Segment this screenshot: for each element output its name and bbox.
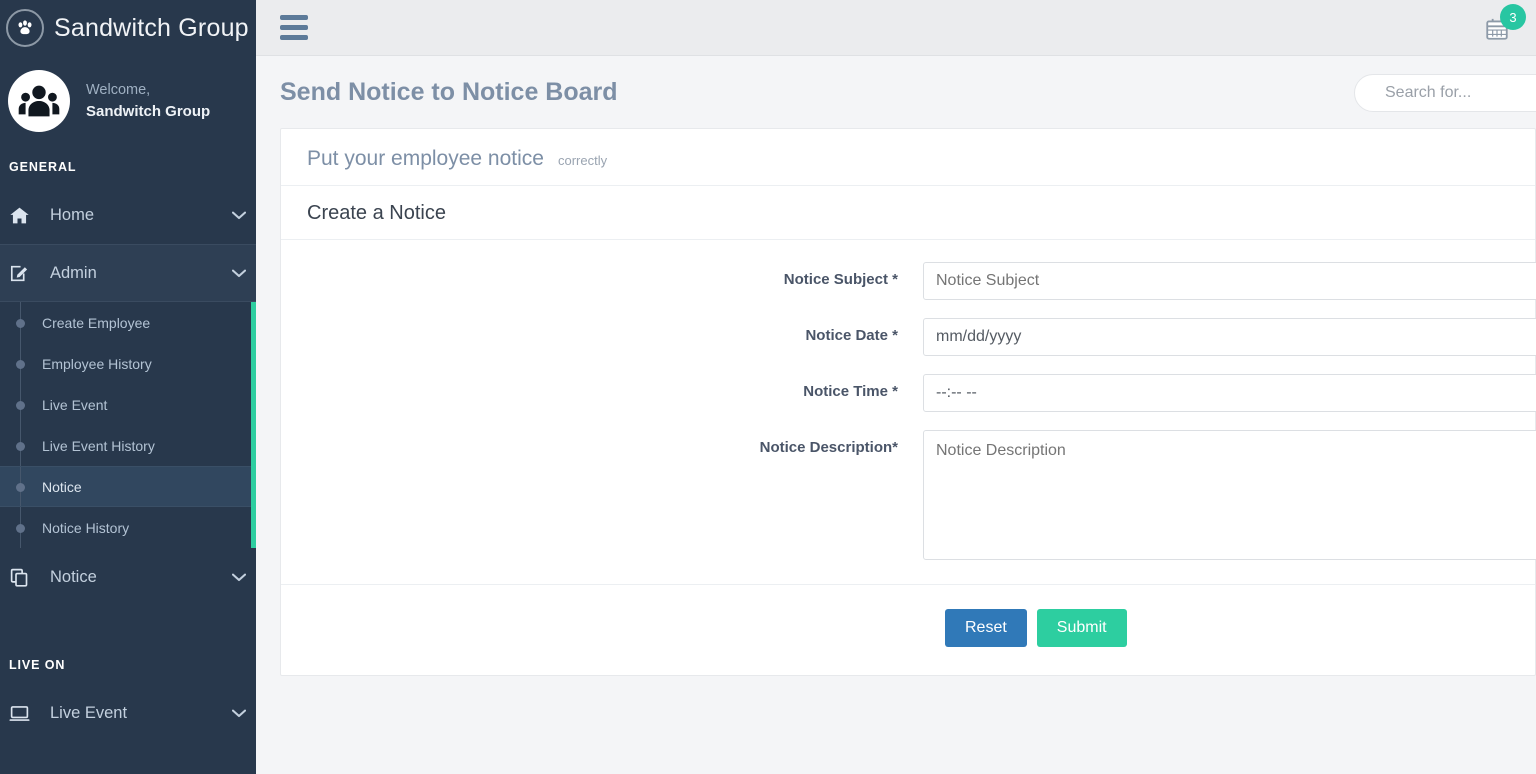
sidebar: Sandwitch Group Welcome, Sandwitch Group… <box>0 0 256 774</box>
avatar <box>8 70 70 132</box>
sidebar-subitem-label: Employee History <box>42 355 152 372</box>
calendar-badge: 3 <box>1500 4 1526 30</box>
notice-description-label: Notice Description* <box>281 430 923 456</box>
sidebar-item-live-event-history[interactable]: Live Event History <box>0 425 256 466</box>
notice-time-label: Notice Time * <box>281 374 923 400</box>
hamburger-bar <box>280 15 308 20</box>
field-row-notice-date: Notice Date * mm/dd/yyyy <box>281 318 1536 356</box>
desktop-icon <box>9 703 39 724</box>
search-input[interactable]: Search for... <box>1354 74 1536 112</box>
sidebar-item-admin[interactable]: Admin <box>0 244 256 302</box>
card-header: Put your employee notice correctly <box>281 129 1535 186</box>
chevron-down-icon <box>222 269 256 278</box>
sidebar-item-label: Home <box>50 205 95 224</box>
reset-button[interactable]: Reset <box>945 609 1027 647</box>
sidebar-subitem-label: Create Employee <box>42 314 151 331</box>
app-root: Sandwitch Group Welcome, Sandwitch Group… <box>0 0 1536 774</box>
brand-name: Sandwitch Group <box>54 13 249 42</box>
card-header-title: Put your employee notice <box>307 147 544 170</box>
search-placeholder-text: Search for... <box>1385 84 1472 101</box>
chevron-down-icon <box>222 709 256 718</box>
copy-icon <box>9 567 39 588</box>
sidebar-subitem-label: Live Event History <box>42 437 155 454</box>
sidebar-item-live-event-group[interactable]: Live Event <box>0 684 256 742</box>
bullet-icon <box>16 359 25 369</box>
sidebar-item-employee-history[interactable]: Employee History <box>0 343 256 384</box>
bullet-icon <box>16 400 25 410</box>
edit-square-icon <box>9 263 39 284</box>
topbar: 3 <box>256 0 1536 56</box>
welcome-label: Welcome, <box>86 82 151 98</box>
main-content: 3 Send Notice to Notice Board Search for… <box>256 0 1536 774</box>
home-icon <box>9 205 39 226</box>
field-row-notice-subject: Notice Subject * <box>281 262 1536 300</box>
submit-button[interactable]: Submit <box>1036 609 1127 647</box>
page-header: Send Notice to Notice Board Search for..… <box>256 56 1536 128</box>
sidebar-item-label: Admin <box>50 263 97 282</box>
notice-form: Notice Subject * Notice Date * mm/dd/yyy… <box>281 240 1536 675</box>
required-mark: * <box>892 439 898 456</box>
profile: Welcome, Sandwitch Group <box>0 56 256 150</box>
field-row-notice-description: Notice Description* <box>281 430 1536 560</box>
hamburger-bar <box>280 35 308 40</box>
label-text: Notice Time <box>803 383 888 400</box>
field-row-notice-time: Notice Time * --:-- -- <box>281 374 1536 412</box>
chevron-down-icon <box>222 573 256 582</box>
hamburger-bar <box>280 25 308 30</box>
hamburger-icon[interactable] <box>256 15 326 40</box>
required-mark: * <box>887 271 898 288</box>
sidebar-item-notice[interactable]: Notice <box>0 466 256 507</box>
notice-card: Put your employee notice correctly Creat… <box>280 128 1536 676</box>
sidebar-subitem-label: Live Event <box>42 396 108 413</box>
card-header-subtitle: correctly <box>557 153 608 168</box>
card-section-title: Create a Notice <box>281 186 1535 240</box>
sidebar-item-notice-history[interactable]: Notice History <box>0 507 256 548</box>
calendar-icon[interactable]: 3 <box>1482 4 1526 48</box>
brand[interactable]: Sandwitch Group <box>0 0 256 56</box>
bullet-icon <box>16 441 25 451</box>
form-actions: Reset Submit <box>281 585 1535 675</box>
sidebar-submenu-admin: Create Employee Employee History Live Ev… <box>0 302 256 548</box>
sidebar-item-create-employee[interactable]: Create Employee <box>0 302 256 343</box>
sidebar-item-label: Live Event <box>50 703 128 722</box>
required-mark: * <box>887 383 898 400</box>
sidebar-subitem-label: Notice History <box>42 519 130 536</box>
sidebar-item-live-event[interactable]: Live Event <box>0 384 256 425</box>
notice-date-label: Notice Date * <box>281 318 923 344</box>
notice-subject-input[interactable] <box>923 262 1536 300</box>
notice-time-input[interactable]: --:-- -- <box>923 374 1536 412</box>
sidebar-subitem-label: Notice <box>42 478 82 495</box>
bullet-icon <box>16 318 25 328</box>
chevron-down-icon <box>222 211 256 220</box>
sidebar-item-label: Notice <box>50 567 97 586</box>
sidebar-item-notice-group[interactable]: Notice <box>0 548 256 606</box>
notice-description-textarea[interactable] <box>923 430 1536 560</box>
notice-subject-label: Notice Subject * <box>281 262 923 288</box>
bullet-icon <box>16 482 25 492</box>
sidebar-item-home[interactable]: Home <box>0 186 256 244</box>
topbar-actions: 3 <box>1482 0 1526 56</box>
label-text: Notice Subject <box>783 271 888 288</box>
profile-user-name: Sandwitch Group <box>86 103 211 120</box>
page-title: Send Notice to Notice Board <box>280 77 618 106</box>
sidebar-heading-live-on: LIVE ON <box>9 658 66 672</box>
label-text: Notice Description <box>759 439 893 456</box>
required-mark: * <box>887 327 898 344</box>
paw-icon <box>6 9 44 47</box>
sidebar-heading-general: GENERAL <box>9 160 77 174</box>
label-text: Notice Date <box>805 327 888 344</box>
bullet-icon <box>16 523 25 533</box>
profile-text: Welcome, Sandwitch Group <box>86 79 210 123</box>
notice-date-input[interactable]: mm/dd/yyyy <box>923 318 1536 356</box>
